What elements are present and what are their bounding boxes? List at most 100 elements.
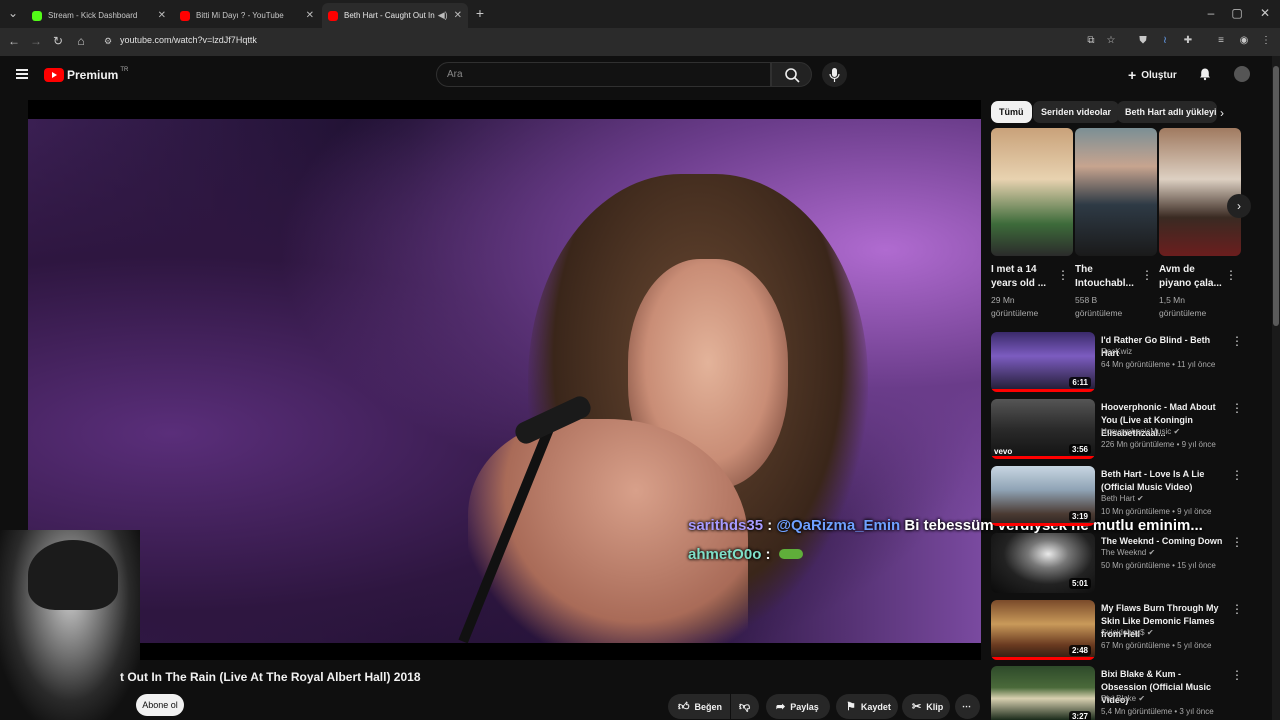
short-thumbnail[interactable]	[991, 128, 1073, 256]
video-thumbnail[interactable]: 3:27	[991, 666, 1095, 720]
more-vert-icon[interactable]: ⋮	[1231, 602, 1243, 616]
channel-name[interactable]: Suicideboy$ ✔	[1101, 628, 1154, 637]
browser-menu-icon[interactable]: ⋮	[1260, 35, 1272, 47]
tab-beth-hart[interactable]: Beth Hart - Caught Out In T ◀) ✕	[322, 3, 468, 28]
channel-name[interactable]: Beth Hart ✔	[1101, 494, 1144, 503]
chat-emote-icon	[778, 549, 803, 559]
window-close-icon[interactable]: ✕	[1258, 6, 1272, 20]
recommended-video[interactable]: 3:19 Beth Hart - Love Is A Lie (Official…	[991, 466, 1246, 530]
bookmark-icon: ⚑	[846, 701, 856, 713]
video-title[interactable]: The Weeknd - Coming Down	[1101, 535, 1229, 548]
streamer-hair	[28, 540, 118, 610]
tab-youtube-bitti[interactable]: Bitti Mi Dayı ? - YouTube ✕	[174, 3, 320, 28]
extensions-puzzle-icon[interactable]: ✚	[1182, 35, 1194, 47]
create-button[interactable]: + Oluştur	[1128, 65, 1177, 85]
video-thumbnail[interactable]: 3:19	[991, 466, 1095, 526]
search-button[interactable]	[771, 62, 812, 87]
verified-icon: ✔	[1137, 494, 1144, 503]
chevron-right-icon[interactable]: ›	[1220, 106, 1224, 120]
verified-icon: ✔	[1146, 628, 1154, 637]
video-player[interactable]	[28, 100, 981, 660]
thumbs-up-icon: 👍︎	[678, 701, 690, 713]
install-app-icon[interactable]: ⧉	[1085, 35, 1097, 47]
create-label: Oluştur	[1141, 69, 1177, 81]
channel-name[interactable]: The Weeknd ✔	[1101, 548, 1155, 557]
channel-name[interactable]: HooverphonicMusic ✔	[1101, 427, 1180, 436]
more-vert-icon[interactable]: ⋮	[1231, 468, 1243, 482]
back-icon[interactable]: ←	[7, 34, 21, 48]
more-vert-icon[interactable]: ⋮	[1231, 401, 1243, 415]
more-vert-icon[interactable]: ⋮	[1231, 334, 1243, 348]
save-label: Kaydet	[860, 701, 891, 712]
more-vert-icon[interactable]: ⋮	[1231, 535, 1243, 549]
bookmark-star-icon[interactable]: ☆	[1105, 35, 1117, 47]
channel-name[interactable]: RocKwiz	[1101, 347, 1132, 356]
home-icon[interactable]: ⌂	[74, 34, 88, 48]
video-thumbnail[interactable]: 6:11	[991, 332, 1095, 392]
recommended-video[interactable]: 5:01 The Weeknd - Coming Down The Weeknd…	[991, 533, 1246, 597]
like-button[interactable]: 👍︎ Beğen	[668, 694, 730, 719]
more-vert-icon[interactable]: ⋮	[1225, 268, 1237, 282]
recommended-video[interactable]: 2:48 My Flaws Burn Through My Skin Like …	[991, 600, 1246, 664]
channel-name[interactable]: Bixi Blake ✔	[1101, 694, 1145, 703]
tab-kick-dashboard[interactable]: Stream - Kick Dashboard ✕	[26, 3, 172, 28]
close-tab-icon[interactable]: ✕	[158, 10, 166, 21]
search-input[interactable]: Ara	[436, 62, 771, 87]
more-vert-icon[interactable]: ⋮	[1057, 268, 1069, 282]
account-avatar[interactable]	[1234, 66, 1250, 82]
shorts-next-button[interactable]: ›	[1227, 194, 1251, 218]
audio-playing-icon[interactable]: ◀)	[438, 10, 448, 21]
video-meta: 10 Mn görüntüleme • 9 yıl önce	[1101, 507, 1212, 516]
url-field[interactable]: youtube.com/watch?v=lzdJf7Hqttk	[120, 35, 257, 45]
short-thumbnail[interactable]	[1159, 128, 1241, 256]
short-title[interactable]: I met a 14 years old ...	[991, 263, 1059, 291]
notifications-bell-icon[interactable]	[1198, 67, 1212, 81]
browser-tab-bar: ⌄ Stream - Kick Dashboard ✕ Bitti Mi Day…	[0, 0, 1280, 28]
menu-icon[interactable]	[16, 69, 28, 79]
more-actions-button[interactable]: ⋯	[955, 694, 980, 719]
reload-icon[interactable]: ↻	[51, 34, 65, 48]
recommended-video[interactable]: vevo 3:56 Hooverphonic - Mad About You (…	[991, 399, 1246, 463]
site-info-icon[interactable]: ⚙	[101, 34, 115, 48]
chip-series[interactable]: Seriden videolar	[1033, 101, 1120, 123]
close-tab-icon[interactable]: ✕	[306, 10, 314, 21]
scrollbar-thumb[interactable]	[1273, 66, 1279, 326]
more-vert-icon[interactable]: ⋮	[1231, 668, 1243, 682]
shield-icon[interactable]: ⛊	[1137, 35, 1149, 47]
tab-search-icon[interactable]: ⌄	[6, 6, 20, 20]
clip-button[interactable]: ✂ Klip	[902, 694, 950, 719]
chip-uploader[interactable]: Beth Hart adlı yükleyi	[1117, 101, 1217, 123]
verified-icon: ✔	[1138, 694, 1146, 703]
subscribe-button[interactable]: Abone ol	[136, 694, 184, 716]
youtube-premium-logo[interactable]: Premium TR	[44, 67, 128, 82]
short-thumbnail[interactable]	[1075, 128, 1157, 256]
dislike-button[interactable]: 👎︎	[731, 694, 759, 719]
video-meta: 5,4 Mn görüntüleme • 3 yıl önce	[1101, 707, 1214, 716]
more-vert-icon[interactable]: ⋮	[1141, 268, 1153, 282]
verified-icon: ✔	[1173, 427, 1181, 436]
video-frame[interactable]	[28, 119, 981, 643]
short-title[interactable]: The Intouchabl...	[1075, 263, 1143, 291]
recommended-video[interactable]: 3:27 Bixi Blake & Kum - Obsession (Offic…	[991, 666, 1246, 720]
page-scrollbar[interactable]	[1272, 56, 1280, 720]
minimize-icon[interactable]: –	[1204, 6, 1218, 20]
short-title[interactable]: Avm de piyano çala...	[1159, 263, 1227, 291]
recommended-video[interactable]: 6:11 I'd Rather Go Blind - Beth Hart Roc…	[991, 332, 1246, 396]
save-button[interactable]: ⚑ Kaydet	[836, 694, 898, 719]
new-tab-button[interactable]: +	[473, 6, 487, 20]
chip-all[interactable]: Tümü	[991, 101, 1032, 123]
profile-icon[interactable]: ◉	[1238, 35, 1250, 47]
video-thumbnail[interactable]: vevo 3:56	[991, 399, 1095, 459]
video-thumbnail[interactable]: 2:48	[991, 600, 1095, 660]
video-thumbnail[interactable]: 5:01	[991, 533, 1095, 593]
extension-audio-icon[interactable]: ≀	[1159, 35, 1171, 47]
maximize-icon[interactable]: ▢	[1230, 6, 1244, 20]
address-bar-row: ← → ↻ ⌂ ⚙ youtube.com/watch?v=lzdJf7Hqtt…	[0, 28, 1280, 56]
forward-icon[interactable]: →	[29, 34, 43, 48]
close-tab-icon[interactable]: ✕	[454, 10, 462, 21]
media-control-icon[interactable]: ≡	[1215, 35, 1227, 47]
video-meta: 226 Mn görüntüleme • 9 yıl önce	[1101, 440, 1216, 449]
video-title[interactable]: Beth Hart - Love Is A Lie (Official Musi…	[1101, 468, 1229, 494]
share-button[interactable]: ➦ Paylaş	[766, 694, 830, 719]
voice-search-button[interactable]	[822, 62, 847, 87]
